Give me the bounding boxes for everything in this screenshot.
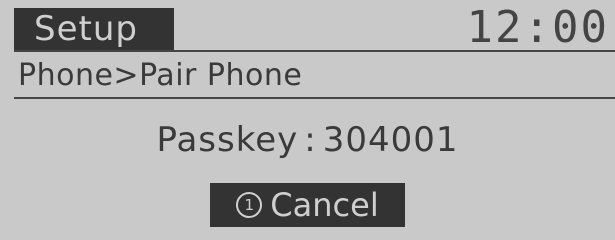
- header-divider: [14, 50, 615, 52]
- number-one-icon: 1: [236, 192, 263, 218]
- passkey-label: Passkey: [156, 120, 299, 160]
- passkey-display: Passkey:304001: [0, 118, 615, 162]
- breadcrumb: Phone>Pair Phone: [18, 58, 303, 93]
- cancel-button[interactable]: 1 Cancel: [210, 183, 405, 227]
- pair-phone-screen: Setup 12:00 Phone>Pair Phone Passkey:304…: [0, 0, 615, 240]
- cancel-label: Cancel: [270, 186, 379, 224]
- clock: 12:00: [466, 2, 609, 53]
- header-bar: Setup 12:00: [0, 0, 615, 53]
- passkey-separator: :: [304, 120, 317, 160]
- passkey-value: 304001: [322, 120, 459, 160]
- breadcrumb-divider: [14, 97, 615, 99]
- screen-title: Setup: [14, 8, 174, 50]
